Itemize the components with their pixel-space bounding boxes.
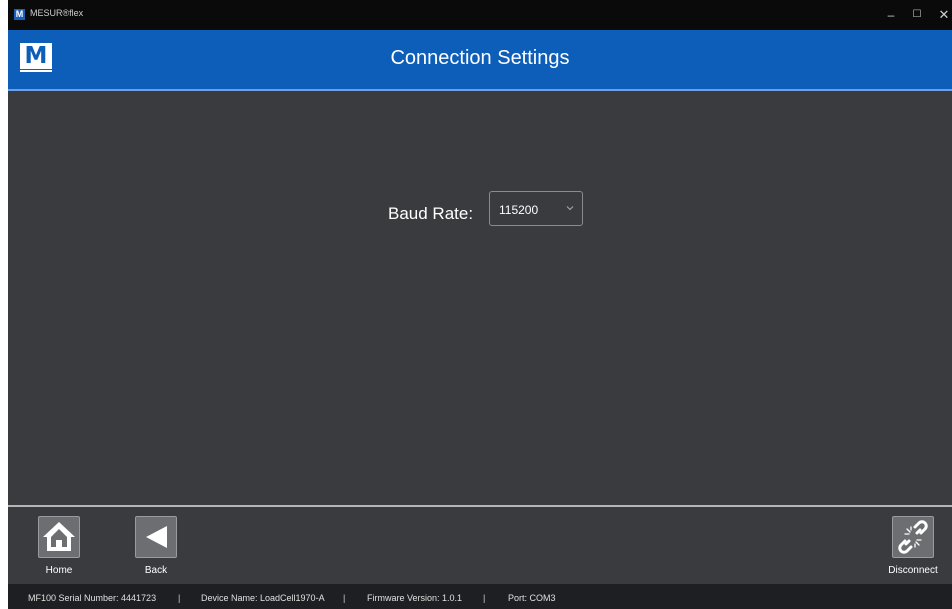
title-bar: M MESUR®flex – ☐ ✕ bbox=[8, 0, 952, 30]
firmware-version-text: Firmware Version: 1.0.1 bbox=[367, 593, 463, 603]
disconnect-label: Disconnect bbox=[888, 565, 938, 576]
back-button[interactable] bbox=[135, 516, 177, 558]
port-text: Port: COM3 bbox=[508, 593, 556, 603]
main-content: Baud Rate: 115200 bbox=[8, 91, 952, 505]
page-title: Connection Settings bbox=[390, 47, 570, 69]
status-separator: | bbox=[483, 593, 486, 603]
chevron-down-icon bbox=[566, 206, 574, 211]
back-arrow-icon bbox=[146, 526, 167, 548]
serial-number-text: MF100 Serial Number: 4441723 bbox=[28, 593, 157, 603]
device-name-text: Device Name: LoadCell1970-A bbox=[201, 593, 325, 603]
status-bar: MF100 Serial Number: 4441723 | Device Na… bbox=[8, 584, 952, 609]
app-window: M MESUR®flex – ☐ ✕ M Connection Settings… bbox=[8, 0, 952, 609]
baud-rate-dropdown[interactable]: 115200 bbox=[489, 191, 583, 226]
minimize-button[interactable]: – bbox=[881, 7, 901, 23]
close-button[interactable]: ✕ bbox=[934, 7, 952, 23]
home-icon bbox=[43, 522, 75, 551]
disconnect-button[interactable] bbox=[892, 516, 934, 558]
bottom-toolbar: Home Back Disconnect bbox=[8, 505, 952, 584]
broken-link-icon bbox=[898, 520, 928, 554]
baud-rate-label: Baud Rate: bbox=[388, 204, 474, 223]
maximize-button[interactable]: ☐ bbox=[907, 7, 927, 23]
back-label: Back bbox=[144, 565, 168, 576]
header: M Connection Settings bbox=[8, 30, 952, 91]
status-separator: | bbox=[178, 593, 181, 603]
app-logo-icon: M bbox=[14, 9, 25, 20]
home-button[interactable] bbox=[38, 516, 80, 558]
status-separator: | bbox=[343, 593, 346, 603]
logo-underline bbox=[20, 70, 52, 72]
home-label: Home bbox=[45, 565, 73, 576]
baud-rate-value: 115200 bbox=[499, 203, 539, 217]
app-title: MESUR®flex bbox=[30, 8, 84, 18]
